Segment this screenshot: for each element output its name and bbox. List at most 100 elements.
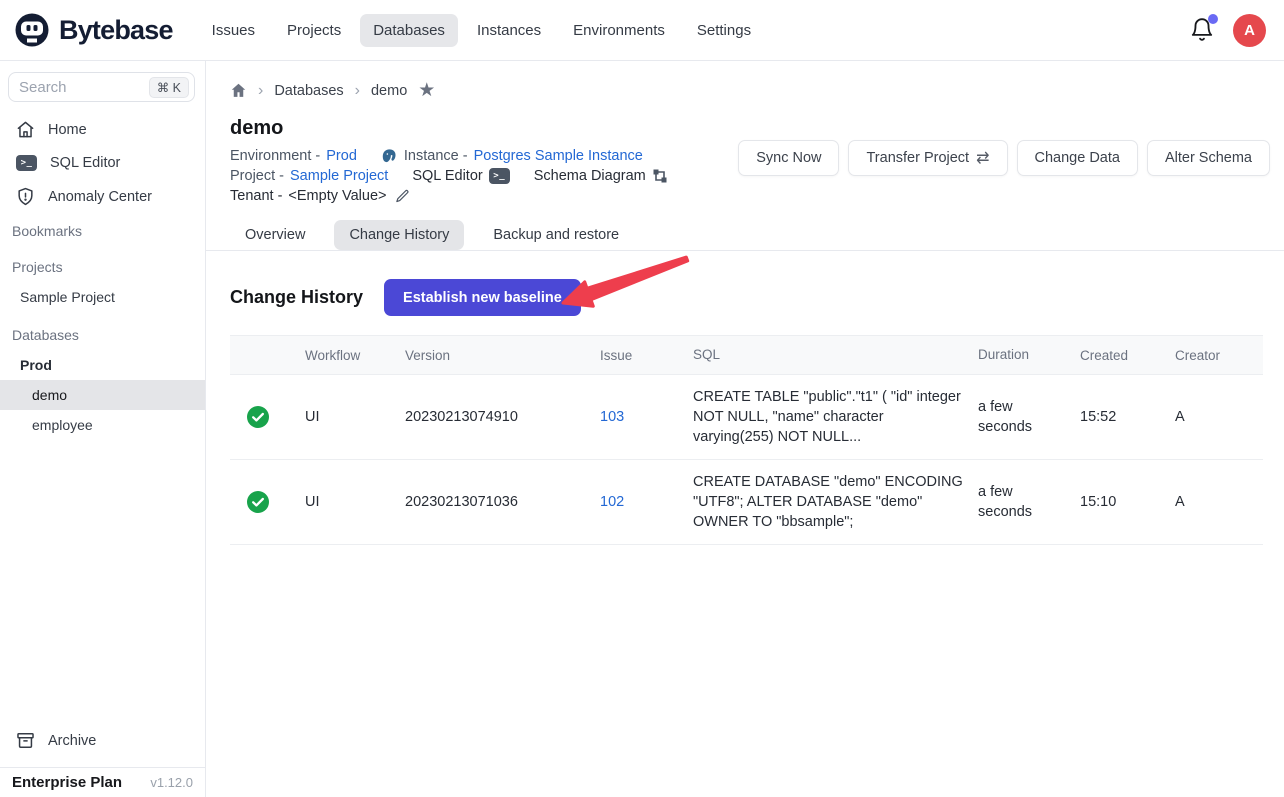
cell-version: 20230213074910: [405, 375, 600, 460]
cell-created: 15:52: [1080, 375, 1175, 460]
search-shortcut-badge: ⌘ K: [149, 77, 189, 98]
bytebase-logo-icon: [14, 12, 50, 48]
search-placeholder: Search: [19, 79, 149, 96]
transfer-project-button[interactable]: Transfer Project ⇄: [848, 140, 1007, 176]
action-buttons: Sync Now Transfer Project ⇄ Change Data …: [738, 140, 1270, 176]
nav-item-projects[interactable]: Projects: [274, 14, 354, 47]
sidebar-item-label: Anomaly Center: [48, 189, 152, 205]
cell-duration: a few seconds: [978, 375, 1080, 460]
table-header-row: Workflow Version Issue SQL Duration Crea…: [230, 336, 1263, 375]
sidebar-group-prod[interactable]: Prod: [0, 350, 205, 380]
cell-status: [230, 375, 305, 460]
brand-name: Bytebase: [59, 15, 173, 46]
sidebar-item-db-employee[interactable]: employee: [0, 410, 205, 440]
plan-name: Enterprise Plan: [12, 774, 122, 791]
left-sidebar: Search ⌘ K Home >_ SQL Editor Anomaly Ce…: [0, 61, 206, 797]
nav-item-settings[interactable]: Settings: [684, 14, 764, 47]
sidebar-item-home[interactable]: Home: [0, 112, 205, 147]
bytebase-logo[interactable]: Bytebase: [14, 12, 173, 48]
cell-issue: 102: [600, 460, 693, 545]
sync-now-button[interactable]: Sync Now: [738, 140, 839, 176]
breadcrumb-databases[interactable]: Databases: [274, 83, 343, 99]
sidebar-item-anomaly-center[interactable]: Anomaly Center: [0, 179, 205, 214]
home-icon: [16, 120, 35, 139]
terminal-icon: >_: [16, 155, 37, 171]
table-row[interactable]: UI 20230213074910 103 CREATE TABLE "publ…: [230, 375, 1263, 460]
nav-item-instances[interactable]: Instances: [464, 14, 554, 47]
top-navbar: Bytebase Issues Projects Databases Insta…: [0, 0, 1284, 61]
primary-nav: Issues Projects Databases Instances Envi…: [199, 14, 764, 47]
sidebar-item-label: Home: [48, 122, 87, 138]
search-input[interactable]: Search ⌘ K: [8, 72, 195, 102]
terminal-icon[interactable]: >_: [489, 168, 510, 184]
plan-bar: Enterprise Plan v1.12.0: [0, 767, 205, 797]
tab-backup-and-restore[interactable]: Backup and restore: [478, 220, 634, 250]
notification-bell-icon[interactable]: [1189, 17, 1215, 43]
shield-alert-icon: [16, 187, 35, 206]
cell-workflow: UI: [305, 375, 405, 460]
user-avatar[interactable]: A: [1233, 14, 1266, 47]
instance-link[interactable]: Postgres Sample Instance: [474, 148, 643, 164]
favorite-star-icon[interactable]: ★: [418, 81, 435, 100]
cell-sql: CREATE DATABASE "demo" ENCODING "UTF8"; …: [693, 460, 978, 545]
environment-link[interactable]: Prod: [326, 148, 357, 164]
success-check-icon: [247, 406, 295, 428]
breadcrumb: › Databases › demo ★: [206, 61, 1284, 100]
button-label: Change Data: [1035, 150, 1120, 166]
sidebar-section-bookmarks: Bookmarks: [0, 214, 205, 246]
alter-schema-button[interactable]: Alter Schema: [1147, 140, 1270, 176]
header-creator: Creator: [1175, 336, 1263, 375]
plan-version: v1.12.0: [150, 775, 193, 790]
schema-diagram-link[interactable]: Schema Diagram: [534, 168, 646, 184]
change-data-button[interactable]: Change Data: [1017, 140, 1138, 176]
tenant-label: Tenant -: [230, 188, 282, 204]
notification-dot: [1208, 14, 1218, 24]
nav-item-environments[interactable]: Environments: [560, 14, 678, 47]
establish-new-baseline-button[interactable]: Establish new baseline: [384, 279, 581, 316]
environment-label: Environment -: [230, 148, 320, 164]
sidebar-item-sql-editor[interactable]: >_ SQL Editor: [0, 147, 205, 179]
cell-version: 20230213071036: [405, 460, 600, 545]
cell-issue: 103: [600, 375, 693, 460]
sidebar-item-label: SQL Editor: [50, 155, 120, 171]
tenant-value: <Empty Value>: [288, 188, 386, 204]
button-label: Sync Now: [756, 150, 821, 166]
transfer-arrows-icon: ⇄: [976, 148, 989, 168]
header-version: Version: [405, 336, 600, 375]
nav-item-databases[interactable]: Databases: [360, 14, 458, 47]
cell-creator: A: [1175, 375, 1263, 460]
main-content: › Databases › demo ★ demo Environment - …: [206, 61, 1284, 797]
sidebar-item-sample-project[interactable]: Sample Project: [0, 282, 205, 312]
tab-overview[interactable]: Overview: [230, 220, 320, 250]
table-row[interactable]: UI 20230213071036 102 CREATE DATABASE "d…: [230, 460, 1263, 545]
sidebar-item-label: Archive: [48, 733, 96, 749]
cell-creator: A: [1175, 460, 1263, 545]
tab-divider: [206, 250, 1284, 251]
project-link[interactable]: Sample Project: [290, 168, 388, 184]
instance-label: Instance -: [404, 148, 468, 164]
sql-editor-link[interactable]: SQL Editor: [412, 168, 482, 184]
breadcrumb-demo[interactable]: demo: [371, 83, 407, 99]
change-history-table: Workflow Version Issue SQL Duration Crea…: [230, 335, 1263, 545]
sidebar-item-db-demo[interactable]: demo: [0, 380, 205, 410]
button-label: Alter Schema: [1165, 150, 1252, 166]
sidebar-section-databases: Databases: [0, 318, 205, 350]
header-created: Created: [1080, 336, 1175, 375]
sidebar-item-archive[interactable]: Archive: [0, 723, 205, 758]
success-check-icon: [247, 491, 295, 513]
header-issue: Issue: [600, 336, 693, 375]
chevron-right-icon: ›: [355, 82, 360, 100]
section-title: Change History: [230, 287, 363, 308]
cell-workflow: UI: [305, 460, 405, 545]
breadcrumb-home-icon[interactable]: [230, 82, 247, 99]
postgres-icon: [381, 148, 398, 165]
issue-link[interactable]: 102: [600, 494, 624, 510]
project-label: Project -: [230, 168, 284, 184]
nav-item-issues[interactable]: Issues: [199, 14, 268, 47]
tab-bar: Overview Change History Backup and resto…: [230, 220, 1260, 250]
issue-link[interactable]: 103: [600, 409, 624, 425]
schema-diagram-icon[interactable]: [652, 168, 668, 184]
cell-sql: CREATE TABLE "public"."t1" ( "id" intege…: [693, 375, 978, 460]
edit-pencil-icon[interactable]: [395, 189, 410, 204]
tab-change-history[interactable]: Change History: [334, 220, 464, 250]
